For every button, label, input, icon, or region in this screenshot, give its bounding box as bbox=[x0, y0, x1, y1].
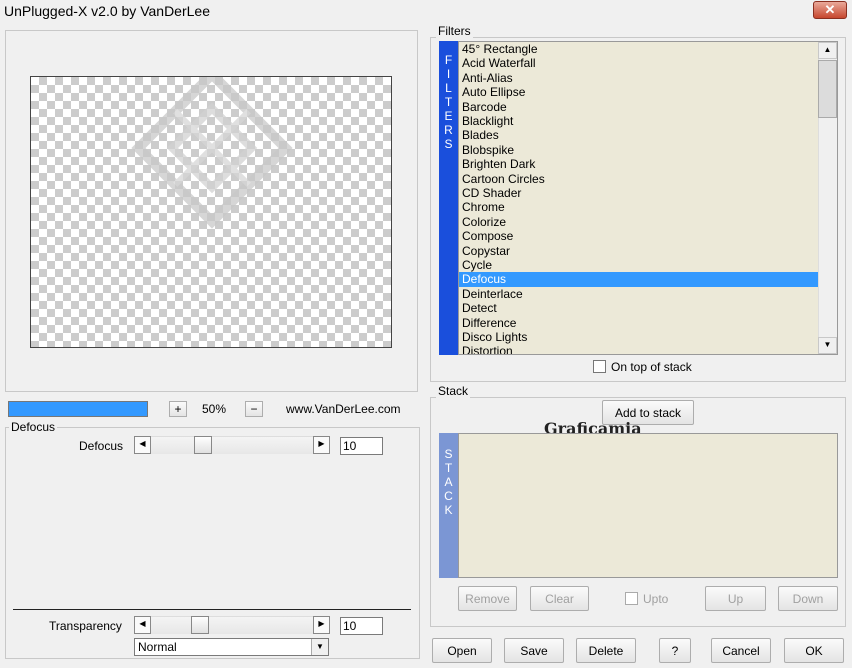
vertical-letter: T bbox=[444, 461, 453, 475]
filter-list-item[interactable]: Disco Lights bbox=[459, 330, 818, 344]
down-button[interactable]: Down bbox=[778, 586, 838, 611]
vertical-letter: R bbox=[444, 123, 453, 137]
upto-label: Upto bbox=[643, 592, 669, 606]
close-button[interactable]: ✕ bbox=[813, 1, 847, 19]
filter-list-item[interactable]: Blobspike bbox=[459, 143, 818, 157]
progress-bar bbox=[8, 401, 148, 417]
filter-list-item[interactable]: Brighten Dark bbox=[459, 157, 818, 171]
filter-list-item[interactable]: Blacklight bbox=[459, 114, 818, 128]
defocus-slider[interactable] bbox=[134, 436, 330, 454]
cancel-button[interactable]: Cancel bbox=[711, 638, 771, 663]
upto-checkbox[interactable] bbox=[625, 592, 638, 605]
defocus-value-field[interactable]: 10 bbox=[340, 437, 383, 455]
defocus-left-arrow-icon[interactable]: ◀ bbox=[134, 436, 151, 454]
filter-list-item[interactable]: Cartoon Circles bbox=[459, 172, 818, 186]
vertical-letter: C bbox=[444, 489, 453, 503]
delete-button[interactable]: Delete bbox=[576, 638, 636, 663]
scroll-thumb[interactable] bbox=[818, 60, 837, 118]
filters-vertical-label: FILTERS bbox=[439, 41, 458, 355]
defocus-slider-thumb[interactable] bbox=[194, 436, 213, 454]
scroll-up-icon[interactable]: ▲ bbox=[818, 42, 837, 59]
vertical-letter: K bbox=[444, 503, 453, 517]
filter-list-item[interactable]: Acid Waterfall bbox=[459, 56, 818, 70]
help-button[interactable]: ? bbox=[659, 638, 691, 663]
website-link[interactable]: www.VanDerLee.com bbox=[286, 402, 401, 416]
transparency-value-field[interactable]: 10 bbox=[340, 617, 383, 635]
blend-mode-select[interactable]: Normal ▼ bbox=[134, 638, 329, 656]
filter-list-item[interactable]: Blades bbox=[459, 128, 818, 142]
stack-list[interactable] bbox=[458, 433, 838, 578]
filter-list-item[interactable]: Difference bbox=[459, 316, 818, 330]
scroll-down-icon[interactable]: ▼ bbox=[818, 337, 837, 354]
filter-list-item[interactable]: Compose bbox=[459, 229, 818, 243]
remove-button[interactable]: Remove bbox=[458, 586, 517, 611]
filter-list-item[interactable]: Chrome bbox=[459, 200, 818, 214]
vertical-letter: T bbox=[444, 95, 453, 109]
filter-list-item[interactable]: Deinterlace bbox=[459, 287, 818, 301]
vertical-letter: S bbox=[444, 447, 453, 461]
filters-group-legend: Filters bbox=[436, 24, 473, 38]
defocus-group-legend: Defocus bbox=[9, 420, 58, 434]
preview-canvas[interactable] bbox=[30, 76, 392, 348]
filter-list-item[interactable]: 45° Rectangle bbox=[459, 42, 818, 56]
divider bbox=[13, 609, 411, 610]
open-button[interactable]: Open bbox=[432, 638, 492, 663]
zoom-in-button[interactable]: + bbox=[169, 401, 187, 417]
filter-list-item[interactable]: Copystar bbox=[459, 244, 818, 258]
defocus-right-arrow-icon[interactable]: ▶ bbox=[313, 436, 330, 454]
ok-button[interactable]: OK bbox=[784, 638, 844, 663]
filter-list-item[interactable]: Defocus bbox=[459, 272, 818, 287]
chevron-down-icon[interactable]: ▼ bbox=[311, 639, 328, 655]
blend-mode-value: Normal bbox=[138, 640, 177, 654]
transparency-slider-thumb[interactable] bbox=[191, 616, 210, 634]
up-button[interactable]: Up bbox=[705, 586, 766, 611]
stack-vertical-label: STACK bbox=[439, 433, 458, 578]
transparency-label: Transparency bbox=[49, 619, 122, 633]
on-top-checkbox[interactable] bbox=[593, 360, 606, 373]
filter-list-item[interactable]: Distortion bbox=[459, 344, 818, 354]
filter-list-item[interactable]: Detect bbox=[459, 301, 818, 315]
defocus-label: Defocus bbox=[79, 439, 124, 453]
filter-list-item[interactable]: Anti-Alias bbox=[459, 71, 818, 85]
filter-list-item[interactable]: Auto Ellipse bbox=[459, 85, 818, 99]
window-title: UnPlugged-X v2.0 by VanDerLee bbox=[4, 3, 210, 19]
filter-list-item[interactable]: CD Shader bbox=[459, 186, 818, 200]
clear-button[interactable]: Clear bbox=[530, 586, 589, 611]
filter-list-item[interactable]: Barcode bbox=[459, 100, 818, 114]
transparency-left-arrow-icon[interactable]: ◀ bbox=[134, 616, 151, 634]
on-top-label: On top of stack bbox=[611, 360, 692, 374]
transparency-slider[interactable] bbox=[134, 616, 330, 634]
vertical-letter: A bbox=[444, 475, 453, 489]
vertical-letter: F bbox=[444, 53, 453, 67]
save-button[interactable]: Save bbox=[504, 638, 564, 663]
vertical-letter: I bbox=[446, 67, 451, 81]
filters-list[interactable]: 45° Rectangle Acid Waterfall Anti-Alias Aut… bbox=[458, 41, 838, 355]
zoom-level: 50% bbox=[202, 402, 227, 416]
stack-group-legend: Stack bbox=[436, 384, 471, 398]
preview-shape bbox=[131, 77, 293, 229]
vertical-letter: S bbox=[444, 137, 453, 151]
vertical-letter: E bbox=[444, 109, 453, 123]
filter-list-item[interactable]: Colorize bbox=[459, 215, 818, 229]
filter-list-item[interactable]: Cycle bbox=[459, 258, 818, 272]
vertical-letter: L bbox=[445, 81, 452, 95]
zoom-out-button[interactable]: − bbox=[245, 401, 263, 417]
transparency-right-arrow-icon[interactable]: ▶ bbox=[313, 616, 330, 634]
